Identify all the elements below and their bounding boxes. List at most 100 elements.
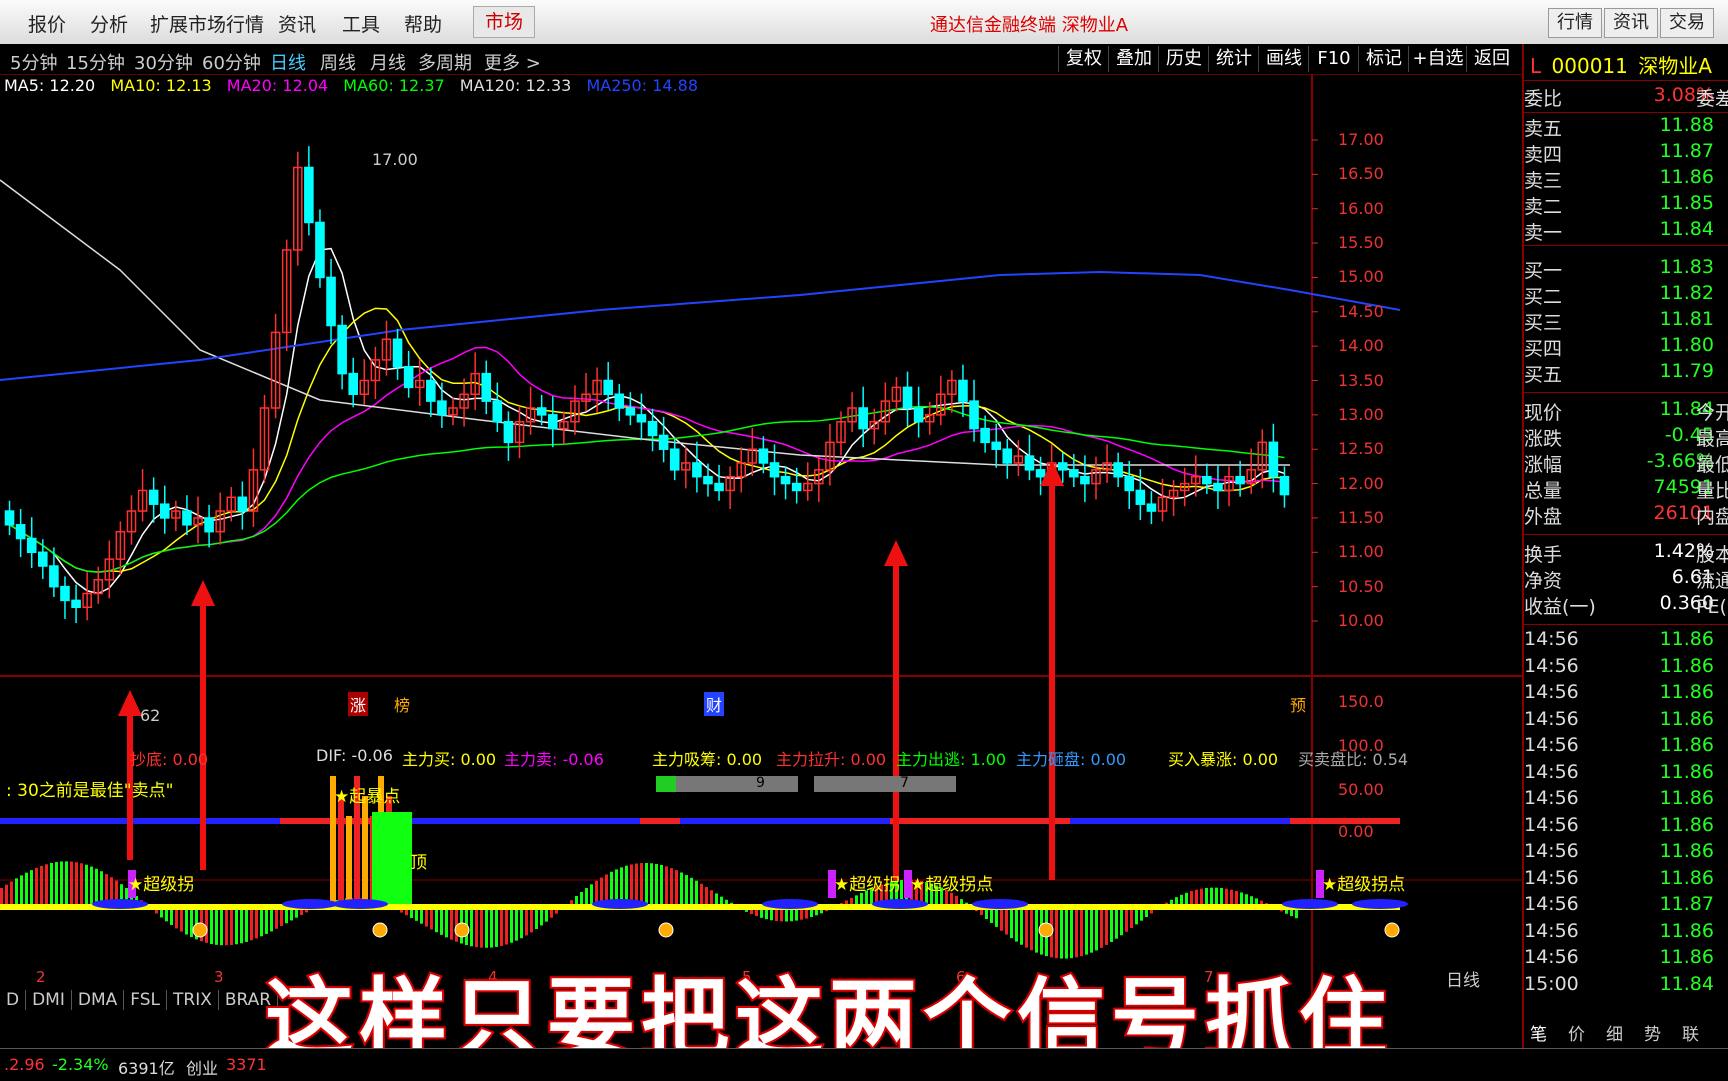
quote-tab[interactable]: 细	[1606, 1020, 1623, 1045]
indicator-tab[interactable]: D	[0, 990, 27, 1010]
histogram-bar	[435, 908, 438, 933]
indicator-tab[interactable]: FSL	[124, 990, 168, 1010]
f10-button[interactable]: F10	[1308, 46, 1359, 72]
tag-cai: 财	[704, 692, 725, 716]
candle-body	[614, 393, 625, 409]
stats-button[interactable]: 统计	[1208, 46, 1259, 72]
add-watchlist-button[interactable]: +自选	[1408, 46, 1467, 72]
histogram-bar	[445, 908, 448, 938]
histogram-bar	[1020, 908, 1023, 945]
histogram-bar	[1005, 908, 1008, 935]
stat-row: 现价 11.84 今开	[1524, 398, 1728, 424]
candle-body	[148, 489, 159, 505]
overlay-button[interactable]: 叠加	[1108, 46, 1159, 72]
news-tab-button[interactable]: 资讯	[1604, 8, 1658, 38]
histogram-bar	[175, 908, 178, 929]
period-daily[interactable]: 日线	[270, 49, 306, 75]
menu-quote[interactable]: 报价	[28, 10, 66, 37]
status-bar: .2.96 -2.34% 6391亿 创业 3371	[0, 1048, 1728, 1081]
menu-tools[interactable]: 工具	[342, 10, 380, 37]
quote-tab[interactable]: 笔	[1530, 1020, 1547, 1045]
market-button[interactable]: 市场	[473, 6, 535, 38]
period-weekly[interactable]: 周线	[320, 49, 356, 75]
signal-line-seg	[680, 818, 890, 824]
stat-row: 涨幅 -3.66% 最低	[1524, 450, 1728, 476]
indicator-legend-item: 抄底: 0.00	[130, 750, 209, 769]
histogram-bar	[425, 908, 428, 927]
tag-yu: 预	[1290, 696, 1307, 715]
histogram-bar	[780, 908, 783, 922]
histogram-bar	[1060, 908, 1063, 959]
ma10-label: MA10: 12.13	[110, 76, 212, 95]
indicator-legend-item: 主力吸筹: 0.00	[652, 750, 763, 769]
signal-chaojiguaidian-4: ★超级拐点	[1322, 875, 1406, 895]
candle-body	[1202, 475, 1212, 485]
histogram-bar	[485, 908, 488, 948]
period-toolbar: 5分钟 15分钟 30分钟 60分钟 日线 周线 月线 多周期 更多 > 复权 …	[0, 44, 1522, 75]
period-monthly[interactable]: 月线	[370, 49, 406, 75]
indicator-tab[interactable]: TRIX	[167, 990, 219, 1010]
indicator-tab[interactable]: DMI	[26, 990, 72, 1010]
stock-header: L 000011 深物业A	[1530, 54, 1712, 78]
histogram-bar	[1030, 908, 1033, 951]
signal-line-seg	[0, 818, 280, 824]
blue-marker	[332, 899, 388, 909]
price-tick: 11.50	[1338, 507, 1384, 527]
indicator-tab[interactable]: DMA	[72, 990, 125, 1010]
price-tick: 13.00	[1338, 404, 1384, 424]
period-5min[interactable]: 5分钟	[10, 49, 57, 75]
histogram-bar	[280, 908, 283, 927]
signal-qibaodian: ★起暴点	[334, 787, 401, 807]
candle-body	[1213, 482, 1223, 492]
histogram-bar	[655, 863, 658, 909]
indicator-note: : 30之前是最佳"卖点"	[6, 781, 174, 801]
menu-ext-market[interactable]: 扩展市场行情	[150, 10, 264, 37]
histogram-bar	[180, 908, 183, 932]
ma-line	[9, 247, 1285, 595]
histogram-bar	[275, 908, 278, 929]
histogram-bar	[785, 908, 788, 922]
quote-tab-button[interactable]: 行情	[1548, 8, 1602, 38]
signal-line-seg	[640, 818, 680, 824]
ask-row: 卖一 11.84	[1524, 218, 1714, 244]
period-30min[interactable]: 30分钟	[134, 49, 193, 75]
ma250-label: MA250: 14.88	[586, 76, 699, 95]
candle-body	[625, 407, 636, 416]
high-label: 17.00	[372, 150, 418, 169]
histogram-bar	[20, 875, 23, 909]
quote-tab[interactable]: 价	[1568, 1020, 1585, 1045]
histogram-bar	[265, 908, 268, 934]
blue-marker	[1282, 899, 1338, 909]
period-more[interactable]: 更多 >	[484, 49, 541, 75]
blue-marker	[872, 899, 928, 909]
stat2-row: 净资 6.61 流通	[1524, 566, 1728, 592]
candle-body	[326, 276, 336, 327]
period-15min[interactable]: 15分钟	[66, 49, 125, 75]
period-60min[interactable]: 60分钟	[202, 49, 261, 75]
candle-body	[669, 448, 680, 471]
candle-body	[403, 366, 414, 389]
back-button[interactable]: 返回	[1466, 46, 1517, 72]
trade-tab-button[interactable]: 交易	[1660, 8, 1714, 38]
tick-row: 14:56 11.86	[1524, 628, 1714, 650]
menu-help[interactable]: 帮助	[404, 10, 442, 37]
histogram-bar	[1035, 908, 1038, 953]
candle-body	[304, 166, 314, 224]
coin-icon	[192, 922, 208, 938]
quote-tab[interactable]: 联	[1682, 1020, 1699, 1045]
period-multi[interactable]: 多周期	[418, 49, 472, 75]
histogram-bar	[30, 870, 33, 909]
menu-news[interactable]: 资讯	[278, 10, 316, 37]
mark-button[interactable]: 标记	[1358, 46, 1409, 72]
history-button[interactable]: 历史	[1158, 46, 1209, 72]
menu-analysis[interactable]: 分析	[90, 10, 128, 37]
candle-body	[426, 379, 436, 402]
quote-tab[interactable]: 势	[1644, 1020, 1661, 1045]
tag-zhang: 涨	[348, 692, 369, 716]
draw-button[interactable]: 画线	[1258, 46, 1309, 72]
price-tick: 16.50	[1338, 164, 1384, 184]
adjust-button[interactable]: 复权	[1058, 46, 1109, 72]
kline-chart[interactable]	[0, 74, 1522, 1080]
candlesticks	[4, 146, 1290, 624]
histogram-bar	[1110, 908, 1113, 942]
